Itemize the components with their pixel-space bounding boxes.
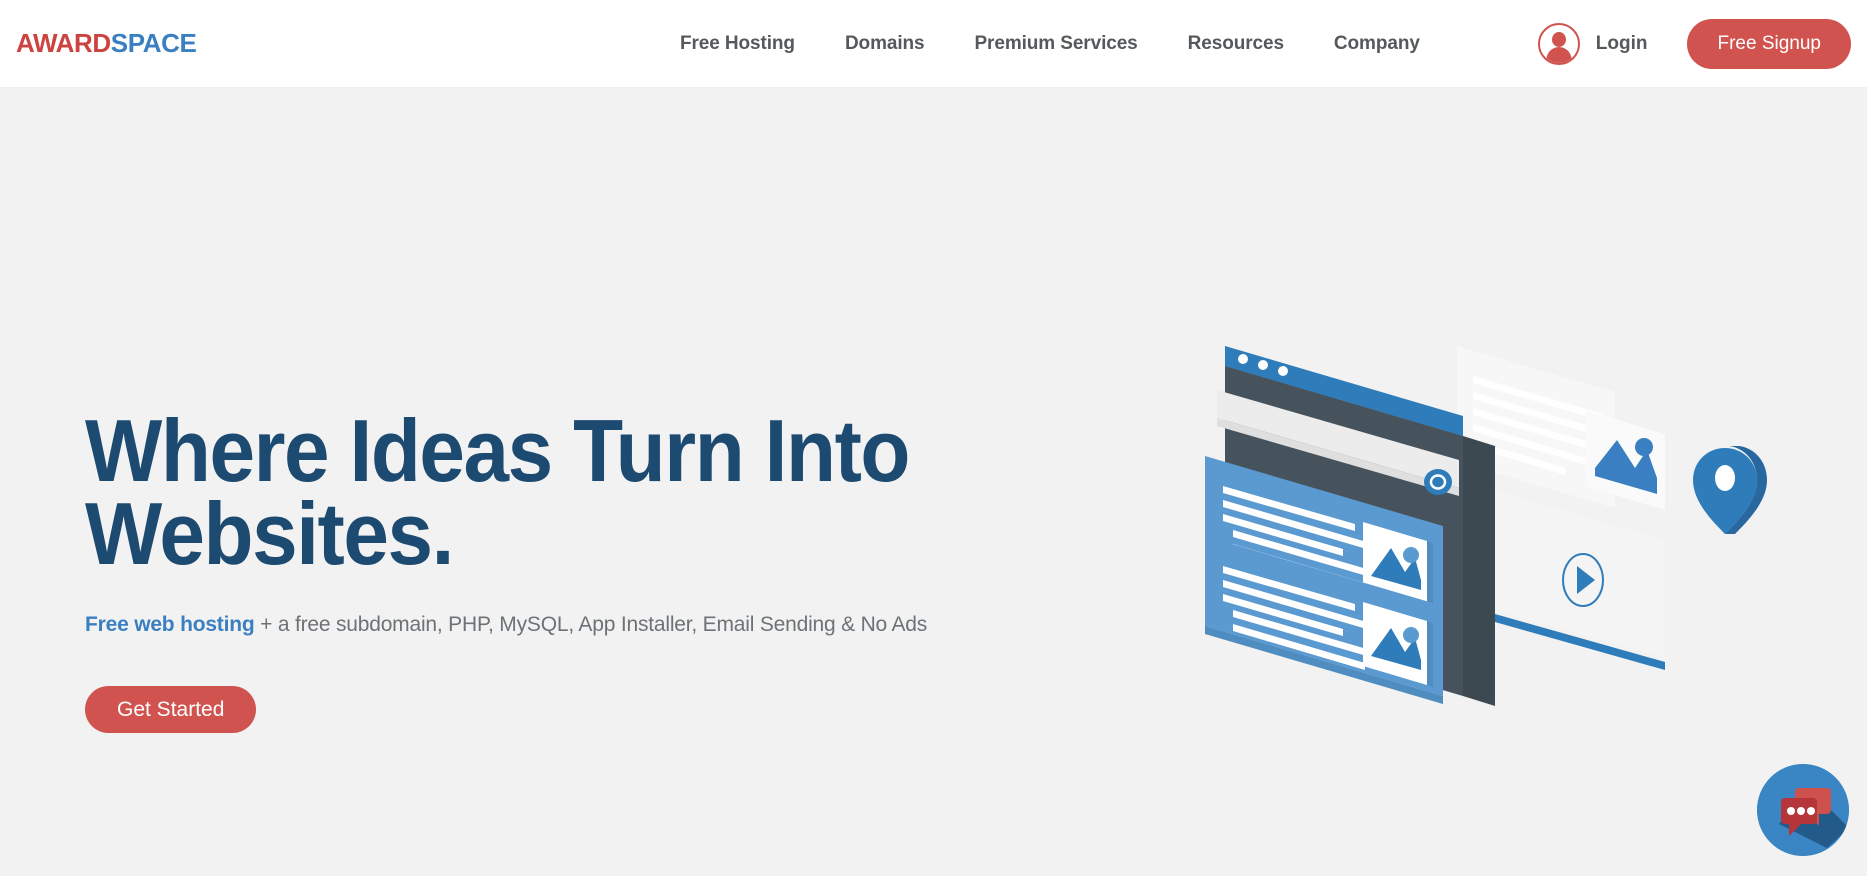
hero-subtitle-accent: Free web hosting — [85, 613, 255, 637]
hero-illustration — [1195, 328, 1835, 748]
login-label: Login — [1595, 33, 1648, 54]
chat-dot-1 — [1787, 807, 1795, 815]
logo[interactable]: AWARDSPACE — [16, 28, 197, 59]
account-area: Login Free Signup — [1537, 0, 1851, 88]
chat-dot-3 — [1807, 807, 1815, 815]
hero-section: Where Ideas Turn Into Websites. Free web… — [0, 88, 1867, 876]
avatar-head-shape — [1551, 32, 1566, 47]
nav-item-premium-services[interactable]: Premium Services — [949, 33, 1162, 55]
hero-title: Where Ideas Turn Into Websites. — [85, 401, 910, 583]
location-pin-icon — [1693, 446, 1767, 534]
logo-award-text: AWARD — [16, 28, 111, 58]
nav-item-company[interactable]: Company — [1309, 33, 1445, 55]
user-avatar-icon — [1537, 23, 1580, 65]
free-signup-button[interactable]: Free Signup — [1687, 19, 1851, 69]
chat-dot-2 — [1797, 807, 1805, 815]
ghost-video-panel — [1495, 490, 1665, 670]
hero-subtitle-rest: + a free subdomain, PHP, MySQL, App Inst… — [254, 613, 928, 637]
nav-item-resources[interactable]: Resources — [1163, 33, 1309, 55]
chat-widget-button[interactable] — [1757, 764, 1849, 856]
hero-copy: Where Ideas Turn Into Websites. Free web… — [85, 401, 1165, 734]
get-started-button[interactable]: Get Started — [85, 686, 257, 734]
logo-space-text: SPACE — [110, 28, 197, 58]
browser-window-illustration — [1205, 346, 1495, 706]
main-navigation: Free Hosting Domains Premium Services Re… — [655, 0, 1445, 88]
login-link[interactable]: Login — [1537, 23, 1648, 65]
nav-item-domains[interactable]: Domains — [820, 33, 950, 55]
hero-subtitle: Free web hosting + a free subdomain, PHP… — [85, 613, 1165, 637]
site-header: AWARDSPACE Free Hosting Domains Premium … — [0, 0, 1867, 88]
nav-item-free-hosting[interactable]: Free Hosting — [655, 33, 820, 55]
avatar-body-shape — [1546, 47, 1572, 63]
